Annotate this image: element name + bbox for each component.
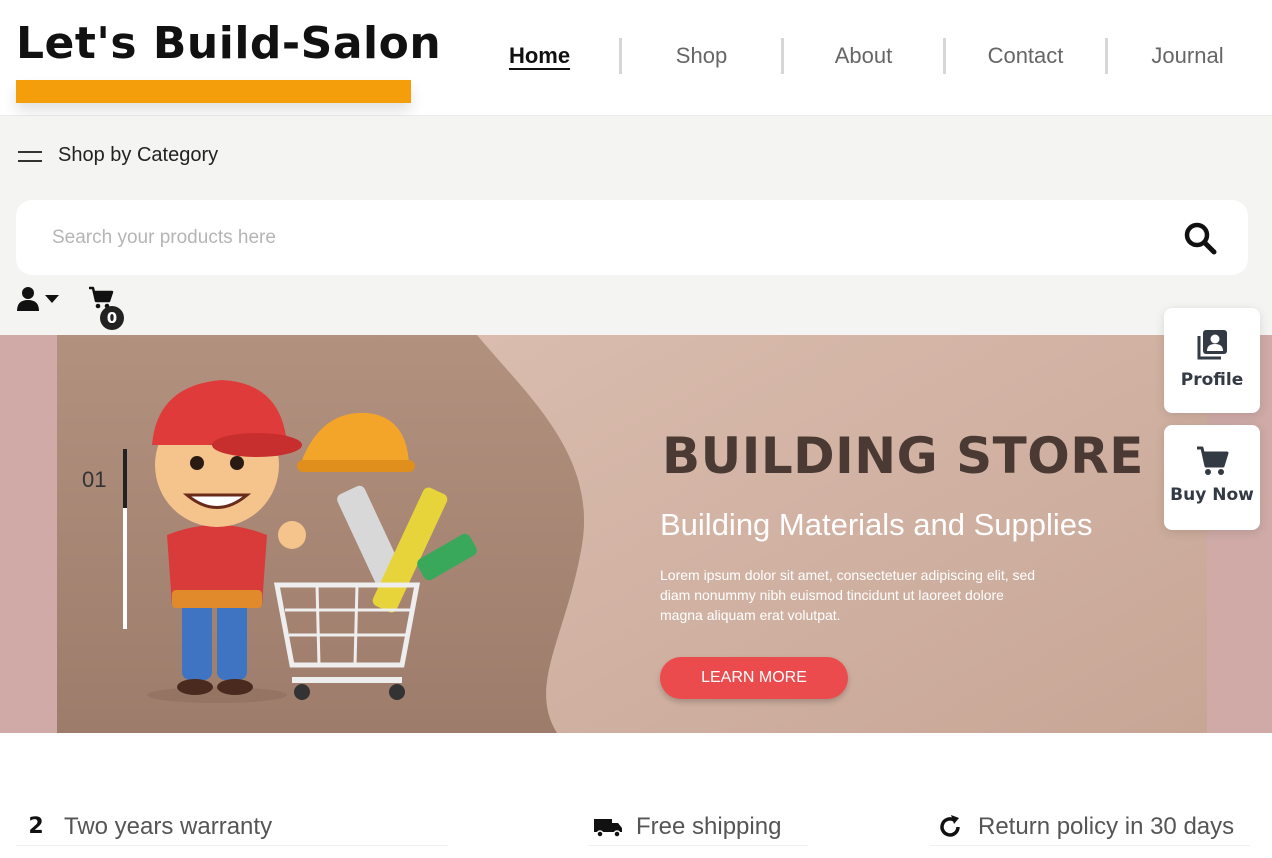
logo-underline-bar: [16, 80, 411, 103]
slide-progress-track[interactable]: [123, 449, 127, 629]
feature-label: Return policy in 30 days: [978, 812, 1235, 840]
warranty-icon: 2: [28, 814, 44, 839]
cart-button[interactable]: 0: [88, 286, 128, 330]
search-band: Shop by Category 0: [0, 116, 1272, 335]
nav-contact[interactable]: Contact: [946, 43, 1105, 69]
feature-label: Free shipping: [636, 812, 782, 840]
nav-about[interactable]: About: [784, 43, 943, 69]
hero-subtitle: Building Materials and Supplies: [660, 507, 1093, 542]
refresh-icon: [930, 814, 970, 840]
buy-now-button[interactable]: Buy Now: [1164, 425, 1260, 530]
search-button[interactable]: [1182, 220, 1218, 256]
truck-icon: [588, 816, 628, 838]
menu-icon: [18, 148, 42, 164]
feature-warranty: 2 Two years warranty: [16, 808, 448, 846]
caret-down-icon: [45, 295, 59, 303]
cart-count-badge: 0: [100, 306, 124, 330]
hero-description: Lorem ipsum dolor sit amet, consectetuer…: [660, 567, 1036, 623]
main-nav: Home Shop About Contact Journal: [460, 34, 1267, 78]
search-icon: [1184, 222, 1217, 255]
hero-slider: 01 BUILDING STORE Building Materials and…: [0, 335, 1272, 733]
search-bar: [16, 200, 1248, 275]
feature-label: Two years warranty: [64, 812, 273, 840]
nav-shop[interactable]: Shop: [622, 43, 781, 69]
search-input[interactable]: [52, 220, 1132, 256]
hero-title: BUILDING STORE: [662, 427, 1144, 485]
slide-number: 01: [82, 467, 107, 492]
feature-returns: Return policy in 30 days: [930, 808, 1250, 846]
nav-home[interactable]: Home: [460, 43, 619, 69]
buy-now-label: Buy Now: [1170, 485, 1254, 505]
learn-more-button[interactable]: LEARN MORE: [660, 657, 848, 699]
profile-button[interactable]: Profile: [1164, 308, 1260, 413]
account-dropdown[interactable]: [16, 286, 60, 312]
profile-label: Profile: [1180, 370, 1244, 390]
logo-text: Let's Build-Salon: [16, 18, 442, 69]
feature-shipping: Free shipping: [588, 808, 808, 846]
slide-progress-fill: [123, 449, 127, 509]
shop-by-category-button[interactable]: Shop by Category: [18, 144, 218, 167]
user-icon: [17, 287, 39, 311]
cart-icon: [1197, 446, 1229, 475]
shop-by-category-label: Shop by Category: [58, 144, 219, 166]
nav-journal[interactable]: Journal: [1108, 43, 1267, 69]
logo[interactable]: Let's Build-Salon: [16, 16, 442, 103]
profile-card-icon: [1197, 330, 1227, 360]
site-header: Let's Build-Salon Home Shop About Contac…: [0, 0, 1272, 116]
